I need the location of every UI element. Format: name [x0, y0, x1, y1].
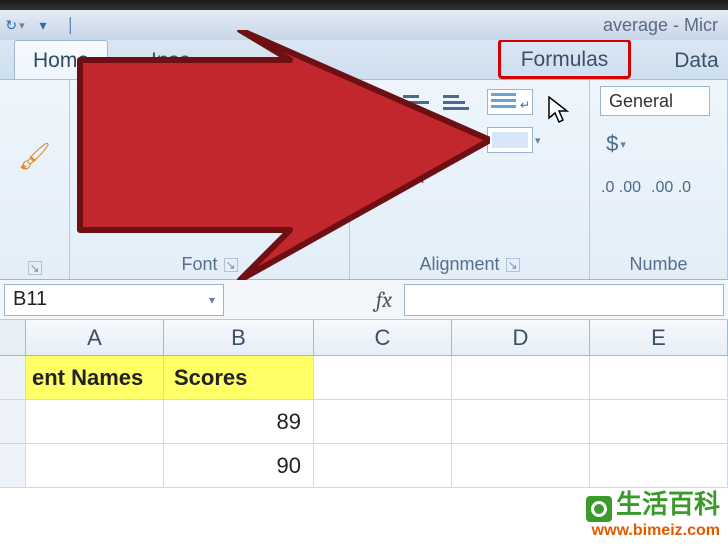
borders-button[interactable]: ▾	[80, 168, 112, 200]
name-box-value: B11	[13, 288, 47, 311]
fill-color-icon	[124, 174, 144, 194]
wrap-text-icon	[487, 89, 533, 115]
currency-button[interactable]: $▾	[600, 128, 632, 160]
qat-customize-icon[interactable]: ▾	[32, 14, 54, 36]
watermark: 生活百科 www.bimeiz.com	[586, 484, 720, 540]
number-format-value: General	[609, 91, 673, 112]
cell-d2[interactable]	[452, 400, 590, 443]
table-row: 90	[0, 444, 728, 488]
cell-c1[interactable]	[314, 356, 452, 399]
wrap-text-button[interactable]	[486, 86, 534, 118]
tab-formulas[interactable]: Formulas	[498, 39, 632, 79]
align-top-button[interactable]	[360, 86, 392, 118]
cell-c3[interactable]	[314, 444, 452, 487]
watermark-logo-icon	[586, 496, 612, 522]
tab-home[interactable]: Home	[14, 40, 108, 79]
clipboard-dialog-launcher-icon[interactable]: ↘	[28, 261, 42, 275]
align-left-button[interactable]	[360, 124, 392, 156]
cell-a3[interactable]	[26, 444, 164, 487]
alignment-dialog-launcher-icon[interactable]: ↘	[506, 258, 520, 272]
cell-a2[interactable]	[26, 400, 164, 443]
window-title: average - Micr	[603, 15, 718, 36]
tab-insert[interactable]: Inse	[132, 40, 210, 79]
window-top-border	[0, 0, 728, 10]
number-format-combo[interactable]: General	[600, 86, 710, 116]
redo-icon[interactable]: ↻▾	[4, 14, 26, 36]
align-bottom-icon	[443, 91, 469, 113]
merge-center-button[interactable]: ▾	[486, 124, 542, 156]
name-box[interactable]: B11 ▾	[4, 284, 224, 316]
fill-color-button[interactable]: ▾	[122, 168, 154, 200]
column-header-e[interactable]: E	[590, 320, 728, 355]
watermark-url: www.bimeiz.com	[586, 522, 720, 540]
ribbon: 🖌 ↘ Calib B I U▾ ▾ ▾ A▾ Font ↘	[0, 80, 728, 280]
name-box-dropdown-icon[interactable]: ▾	[209, 293, 215, 307]
ribbon-tab-strip: Home Inse Formulas Data	[0, 40, 728, 80]
qat-separator-icon: │	[60, 14, 82, 36]
italic-button[interactable]: I	[122, 126, 154, 158]
column-header-row: A B C D E	[0, 320, 728, 356]
ribbon-group-font: Calib B I U▾ ▾ ▾ A▾ Font ↘	[70, 80, 350, 279]
row-header[interactable]	[0, 400, 26, 443]
column-header-a[interactable]: A	[26, 320, 164, 355]
merge-center-icon	[487, 127, 533, 153]
decrease-indent-button[interactable]: ⇤	[360, 162, 392, 194]
insert-function-button[interactable]: fx	[364, 287, 404, 313]
cell-a1[interactable]: ent Names	[26, 356, 164, 399]
formula-input[interactable]	[404, 284, 724, 316]
table-row: ent Names Scores	[0, 356, 728, 400]
table-row: 89	[0, 400, 728, 444]
ribbon-group-number: General $▾ .0 .00 .00 .0 Numbe	[590, 80, 728, 279]
select-all-corner[interactable]	[0, 320, 26, 355]
cell-e2[interactable]	[590, 400, 728, 443]
tab-data[interactable]: Data	[655, 40, 728, 79]
cell-d3[interactable]	[452, 444, 590, 487]
cell-d1[interactable]	[452, 356, 590, 399]
column-header-b[interactable]: B	[164, 320, 314, 355]
column-header-c[interactable]: C	[314, 320, 452, 355]
increase-indent-button[interactable]: ⇥	[400, 162, 432, 194]
font-color-icon: A	[166, 169, 186, 199]
align-left-icon	[363, 129, 389, 151]
bold-button[interactable]: B	[80, 126, 112, 158]
cell-b3[interactable]: 90	[164, 444, 314, 487]
number-group-label: Numbe	[629, 254, 687, 275]
alignment-group-label: Alignment	[419, 254, 499, 275]
font-family-combo[interactable]: Calib	[80, 86, 260, 116]
ribbon-group-clipboard: 🖌 ↘	[0, 80, 70, 279]
cell-c2[interactable]	[314, 400, 452, 443]
borders-icon	[84, 176, 100, 192]
title-bar: ↻▾ ▾ │ average - Micr	[0, 10, 728, 40]
align-right-icon	[443, 129, 469, 151]
font-dialog-launcher-icon[interactable]: ↘	[224, 258, 238, 272]
increase-decimal-button[interactable]: .0 .00	[600, 172, 642, 204]
align-middle-icon	[403, 91, 429, 113]
watermark-text-cn: 生活百科	[616, 489, 720, 519]
cell-b2[interactable]: 89	[164, 400, 314, 443]
align-top-icon	[363, 91, 389, 113]
align-center-button[interactable]	[400, 124, 432, 156]
cell-e1[interactable]	[590, 356, 728, 399]
row-header[interactable]	[0, 444, 26, 487]
ribbon-group-alignment: ▾ ⇤ ⇥ Alignment ↘	[350, 80, 590, 279]
align-right-button[interactable]	[440, 124, 472, 156]
align-center-icon	[403, 129, 429, 151]
formula-bar: B11 ▾ fx	[0, 280, 728, 320]
underline-button[interactable]: U▾	[164, 126, 196, 158]
decrease-decimal-button[interactable]: .00 .0	[650, 172, 692, 204]
font-color-button[interactable]: A▾	[164, 168, 196, 200]
font-family-value: Calib	[89, 91, 130, 112]
font-group-label: Font	[181, 254, 217, 275]
format-painter-icon[interactable]: 🖌	[18, 141, 51, 172]
align-middle-button[interactable]	[400, 86, 432, 118]
column-header-d[interactable]: D	[452, 320, 590, 355]
quick-access-toolbar: ↻▾ ▾ │	[4, 14, 82, 36]
cell-b1[interactable]: Scores	[164, 356, 314, 399]
align-bottom-button[interactable]	[440, 86, 472, 118]
cell-e3[interactable]	[590, 444, 728, 487]
row-header[interactable]	[0, 356, 26, 399]
